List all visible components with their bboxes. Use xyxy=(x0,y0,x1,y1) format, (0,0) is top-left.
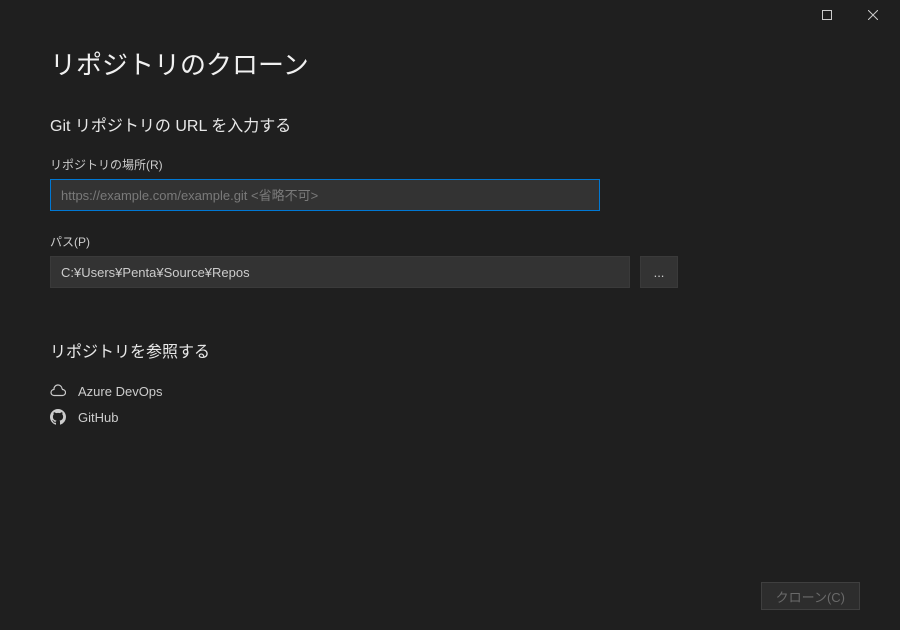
cloud-icon xyxy=(50,383,66,399)
browse-item-label: Azure DevOps xyxy=(78,384,163,399)
path-label: パス(P) xyxy=(50,233,850,250)
repo-location-input[interactable] xyxy=(50,179,600,211)
dialog-title: リポジトリのクローン xyxy=(50,45,850,82)
titlebar xyxy=(0,0,900,30)
browse-repository-section: リポジトリを参照する Azure DevOps GitHub xyxy=(50,338,850,430)
browse-item-azure-devops[interactable]: Azure DevOps xyxy=(50,378,850,404)
github-icon xyxy=(50,409,66,425)
dialog-content: リポジトリのクローン Git リポジトリの URL を入力する リポジトリの場所… xyxy=(0,30,900,430)
browse-repository-title: リポジトリを参照する xyxy=(50,338,850,362)
close-button[interactable] xyxy=(850,0,896,30)
path-input[interactable] xyxy=(50,256,630,288)
repo-location-field: リポジトリの場所(R) xyxy=(50,156,850,211)
maximize-icon xyxy=(822,8,832,23)
path-field: パス(P) ... xyxy=(50,233,850,288)
repo-location-label: リポジトリの場所(R) xyxy=(50,156,850,173)
close-icon xyxy=(868,8,878,23)
browse-item-github[interactable]: GitHub xyxy=(50,404,850,430)
section-url-title: Git リポジトリの URL を入力する xyxy=(50,112,850,136)
dialog-footer: クローン(C) xyxy=(761,582,860,610)
browse-path-button[interactable]: ... xyxy=(640,256,678,288)
browse-item-label: GitHub xyxy=(78,410,118,425)
clone-button[interactable]: クローン(C) xyxy=(761,582,860,610)
maximize-button[interactable] xyxy=(804,0,850,30)
